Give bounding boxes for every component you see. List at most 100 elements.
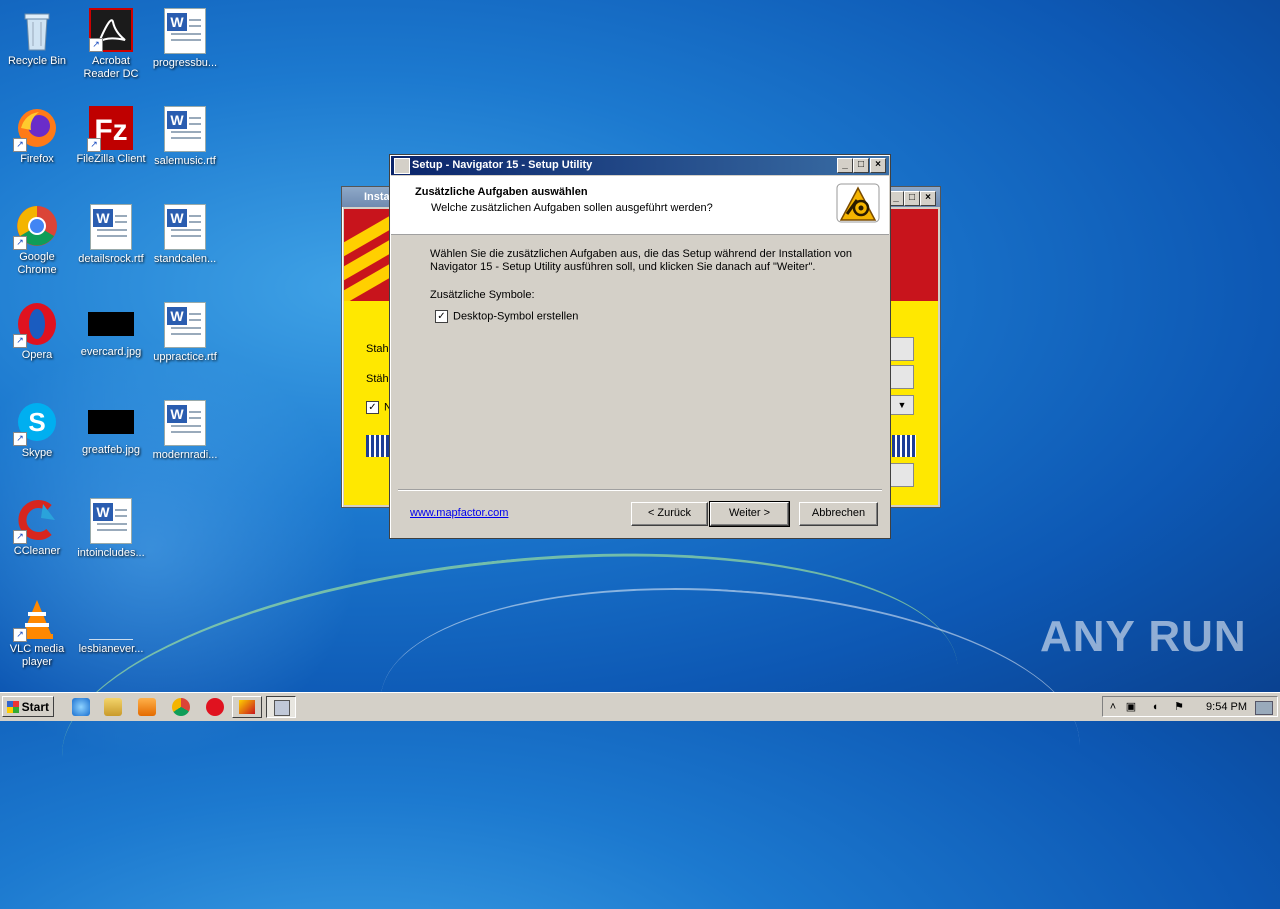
desktop-icon-label: Acrobat Reader DC [83, 55, 139, 80]
installer-icon [239, 700, 255, 714]
media-player-icon[interactable] [138, 698, 156, 716]
filezilla-icon: Fz ↗ [87, 106, 133, 152]
desktop-icon-label: modernradi... [152, 449, 218, 461]
desktop-icon-label: Skype [21, 447, 53, 459]
desktop-icon-checkbox-row[interactable]: ✓ Desktop-Symbol erstellen [435, 310, 578, 323]
checkbox[interactable]: ✓ [366, 401, 379, 414]
progress-bar-left [366, 435, 390, 457]
desktop-icon-acrobat[interactable]: ↗ Acrobat Reader DC [74, 8, 148, 81]
desktop-icon-checkbox[interactable]: ✓ [435, 310, 448, 323]
shortcut-arrow-icon: ↗ [13, 334, 27, 348]
next-button[interactable]: Weiter > [709, 501, 790, 527]
desktop-icon-salemusic[interactable]: W salemusic.rtf [148, 106, 222, 168]
desktop-icon-standcalen[interactable]: W standcalen... [148, 204, 222, 266]
file-explorer-icon[interactable] [104, 698, 122, 716]
taskbar-item-setup[interactable] [266, 696, 296, 718]
maximize-button[interactable]: □ [853, 158, 869, 173]
taskbar-item-installer[interactable] [232, 696, 262, 718]
desktop-icon-vlc[interactable]: ↗ VLC media player [0, 596, 74, 669]
show-hidden-icons-icon[interactable]: ˄ [1107, 701, 1119, 713]
setup-dialog-titlebar[interactable]: Setup - Navigator 15 - Setup Utility _ □… [391, 156, 889, 175]
desktop-icon-intoincludes[interactable]: W intoincludes... [74, 498, 148, 560]
network-icon[interactable]: ▣ [1125, 701, 1137, 713]
desktop-icon-label: Firefox [20, 153, 54, 165]
setup-dialog-title: Setup - Navigator 15 - Setup Utility [412, 159, 593, 171]
anyrun-watermark: ANY RUN [1040, 612, 1247, 661]
desktop-icon-progressbu[interactable]: W progressbu... [148, 8, 222, 70]
desktop-icon-label: CCleaner [13, 545, 61, 557]
shortcut-arrow-icon: ↗ [87, 138, 101, 152]
recycle-bin-icon [15, 8, 59, 52]
progress-bar-right [892, 435, 916, 457]
action-center-flag-icon[interactable]: ⚑ [1173, 701, 1185, 713]
skype-icon: S ↗ [13, 400, 59, 446]
windows-logo-icon [7, 701, 19, 713]
desktop-icon-chrome[interactable]: ↗ Google Chrome [0, 204, 74, 277]
desktop-icon-evercard[interactable]: evercard.jpg [74, 302, 148, 359]
word-doc-icon: W [164, 8, 206, 54]
image-icon [88, 312, 134, 336]
desktop-icon-label: Google Chrome [17, 251, 57, 276]
system-tray: ˄ ▣ ◖ ⚑ 9:54 PM [1102, 696, 1278, 717]
back-button[interactable]: < Zurück [631, 502, 708, 526]
show-desktop-icon[interactable] [1255, 701, 1273, 715]
taskbar: Start ˄ ▣ ◖ ⚑ 9:54 PM [0, 692, 1280, 721]
desktop-icon-label: evercard.jpg [80, 346, 142, 358]
vlc-icon: ↗ [13, 596, 59, 642]
desktop-icon-label: detailsrock.rtf [78, 253, 144, 265]
desktop-icon-label: Opera [21, 349, 53, 361]
desktop-icon-recycle-bin[interactable]: Recycle Bin [0, 8, 74, 68]
word-doc-icon: W [90, 498, 132, 544]
cancel-button[interactable]: Abbrechen [799, 502, 878, 526]
word-doc-icon: W [164, 106, 206, 152]
setup-header: Zusätzliche Aufgaben auswählen Welche zu… [391, 176, 889, 235]
shortcut-arrow-icon: ↗ [89, 38, 103, 52]
desktop-icon-label: Recycle Bin [7, 55, 67, 67]
chrome-icon: ↗ [13, 204, 59, 250]
desktop-icon-label: progressbu... [152, 57, 218, 69]
minimize-button[interactable]: _ [837, 158, 853, 173]
desktop-icon-skype[interactable]: S ↗ Skype [0, 400, 74, 460]
desktop-icon-detailsrock[interactable]: W detailsrock.rtf [74, 204, 148, 266]
desktop-icon-greatfeb[interactable]: greatfeb.jpg [74, 400, 148, 457]
word-doc-icon: W [90, 204, 132, 250]
volume-icon[interactable]: ◖ [1149, 701, 1161, 713]
setup-dialog[interactable]: Setup - Navigator 15 - Setup Utility _ □… [389, 154, 891, 539]
mapfactor-link[interactable]: www.mapfactor.com [410, 507, 508, 519]
desktop-icon-ccleaner[interactable]: ↗ CCleaner [0, 498, 74, 558]
desktop-icon-lesbianever[interactable]: lesbianever... [74, 596, 148, 656]
opera-taskbar-icon[interactable] [206, 698, 224, 716]
desktop-icon-filezilla[interactable]: Fz ↗ FileZilla Client [74, 106, 148, 166]
shortcut-arrow-icon: ↗ [13, 628, 27, 642]
desktop-icon-firefox[interactable]: ↗ Firefox [0, 106, 74, 166]
shortcut-arrow-icon: ↗ [13, 432, 27, 446]
task-description: Wählen Sie die zusätzlichen Aufgaben aus… [430, 248, 852, 273]
close-button[interactable]: × [870, 158, 886, 173]
shortcut-arrow-icon: ↗ [13, 530, 27, 544]
word-doc-icon: W [164, 400, 206, 446]
svg-text:S: S [28, 407, 45, 437]
firefox-icon: ↗ [13, 106, 59, 152]
internet-explorer-icon[interactable] [72, 698, 90, 716]
dropdown-arrow-icon[interactable]: ▼ [890, 395, 914, 415]
desktop-icon-label: FileZilla Client [76, 153, 146, 165]
desktop-icon-label: salemusic.rtf [154, 155, 216, 167]
chrome-taskbar-icon[interactable] [172, 698, 190, 716]
desktop-icon-opera[interactable]: ↗ Opera [0, 302, 74, 362]
maximize-button[interactable]: □ [904, 191, 920, 206]
additional-icons-label: Zusätzliche Symbole: [430, 289, 535, 301]
image-icon [88, 410, 134, 434]
desktop-icon-label: intoincludes... [77, 547, 145, 559]
desktop-icon-label: uppractice.rtf [153, 351, 217, 363]
start-button[interactable]: Start [2, 696, 54, 717]
clock[interactable]: 9:54 PM [1206, 701, 1247, 713]
page-subtitle: Welche zusätzlichen Aufgaben sollen ausg… [431, 202, 713, 214]
close-button[interactable]: × [920, 191, 936, 206]
shortcut-arrow-icon: ↗ [13, 236, 27, 250]
desktop-icon-label: standcalen... [153, 253, 217, 265]
setup-app-icon [394, 158, 410, 174]
desktop-icon-label: VLC media player [9, 643, 65, 668]
image-icon [89, 596, 133, 640]
desktop-icon-modernradi[interactable]: W modernradi... [148, 400, 222, 462]
desktop-icon-uppractice[interactable]: W uppractice.rtf [148, 302, 222, 364]
